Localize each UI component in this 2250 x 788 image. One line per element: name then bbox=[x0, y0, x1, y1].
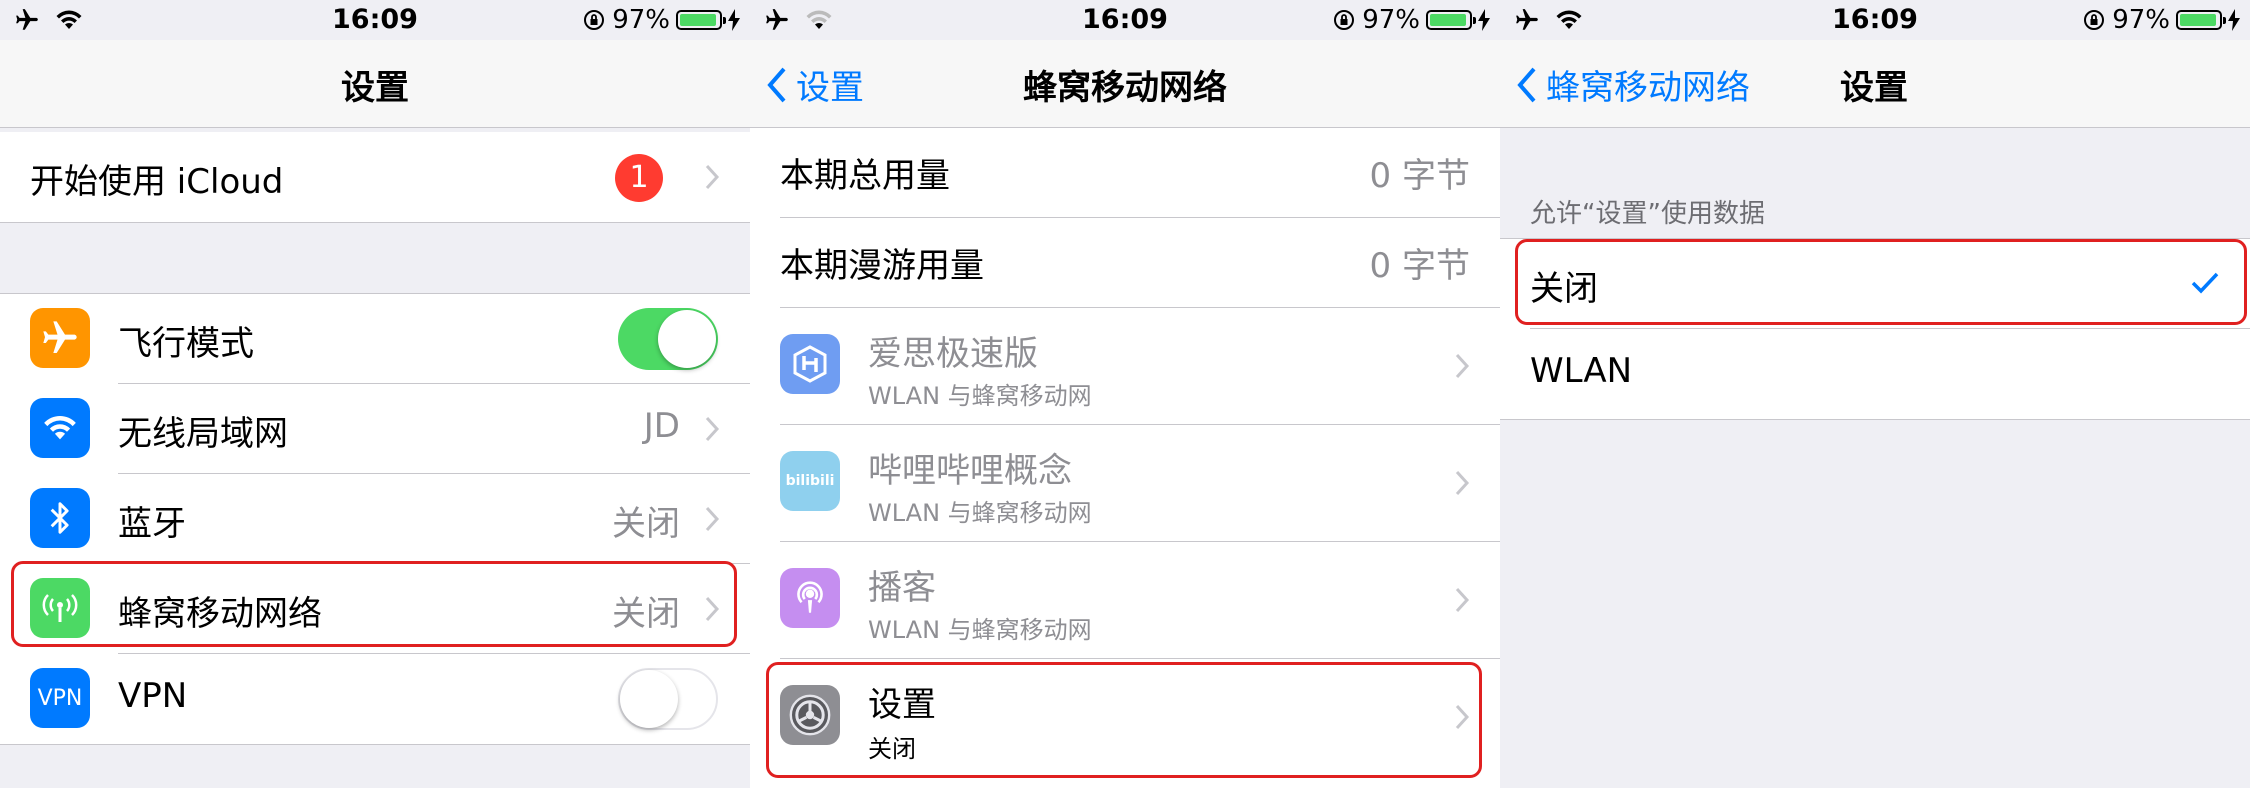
usage-value: 0 字节 bbox=[1369, 156, 1470, 196]
bluetooth-label: 蓝牙 bbox=[118, 504, 186, 544]
airplane-mode-row: 飞行模式 bbox=[0, 294, 750, 384]
icloud-label: 开始使用 iCloud bbox=[30, 162, 284, 202]
podcasts-app-icon bbox=[780, 568, 840, 628]
wifi-row[interactable]: 无线局域网 JD bbox=[0, 384, 750, 474]
charging-bolt-icon bbox=[2228, 9, 2240, 31]
usage-row-roaming: 本期漫游用量 0 字节 bbox=[750, 218, 1500, 308]
battery-percent: 97% bbox=[612, 5, 670, 35]
section-header: 允许“设置”使用数据 bbox=[1530, 199, 1765, 229]
page-title: 设置 bbox=[1840, 68, 1908, 108]
i4-app-icon bbox=[780, 334, 840, 394]
chevron-right-icon bbox=[1455, 587, 1470, 613]
option-wlan[interactable]: WLAN bbox=[1500, 329, 2250, 419]
bluetooth-value: 关闭 bbox=[612, 504, 680, 544]
chevron-right-icon bbox=[705, 416, 720, 442]
page-title: 蜂窝移动网络 bbox=[1023, 68, 1227, 108]
cellular-screen: 16:09 97% 设置 蜂窝移动网络 本期总用量 0 字节 本期漫游用量 0 … bbox=[750, 0, 1500, 788]
wifi-icon bbox=[30, 398, 90, 458]
icloud-group: 开始使用 iCloud 1 bbox=[0, 132, 750, 223]
wifi-value: JD bbox=[643, 406, 680, 446]
back-button[interactable]: 蜂窝移动网络 bbox=[1516, 60, 1750, 109]
bluetooth-row[interactable]: 蓝牙 关闭 bbox=[0, 474, 750, 564]
chevron-right-icon bbox=[1455, 470, 1470, 496]
orientation-lock-icon bbox=[584, 10, 605, 30]
app-row-bilibili[interactable]: bilibili 哔哩哔哩概念 WLAN 与蜂窝移动网 bbox=[750, 425, 1500, 542]
nav-bar: 设置 蜂窝移动网络 bbox=[750, 40, 1500, 128]
app-row-podcasts[interactable]: 播客 WLAN 与蜂窝移动网 bbox=[750, 542, 1500, 659]
app-name: 哔哩哔哩概念 bbox=[868, 451, 1072, 491]
usage-row-total: 本期总用量 0 字节 bbox=[750, 128, 1500, 218]
chevron-left-icon bbox=[1517, 67, 1536, 102]
highlight-frame bbox=[1515, 239, 2247, 325]
app-row-i4[interactable]: 爱思极速版 WLAN 与蜂窝移动网 bbox=[750, 308, 1500, 425]
bilibili-app-icon: bilibili bbox=[780, 451, 840, 511]
vpn-label: VPN bbox=[118, 676, 188, 716]
status-bar: 16:09 97% bbox=[0, 0, 750, 40]
chevron-right-icon bbox=[705, 506, 720, 532]
app-name: 播客 bbox=[868, 568, 936, 608]
vpn-row: VPN VPN bbox=[0, 654, 750, 744]
chevron-right-icon bbox=[1455, 353, 1470, 379]
airplane-mode-label: 飞行模式 bbox=[118, 324, 254, 364]
nav-bar: 设置 bbox=[0, 40, 750, 128]
icloud-row[interactable]: 开始使用 iCloud 1 bbox=[0, 132, 750, 222]
airplane-mode-toggle[interactable] bbox=[618, 308, 718, 370]
usage-label: 本期总用量 bbox=[780, 156, 950, 196]
orientation-lock-icon bbox=[1334, 10, 1355, 30]
battery-icon bbox=[1426, 10, 1476, 30]
page-title: 设置 bbox=[341, 68, 409, 108]
charging-bolt-icon bbox=[728, 9, 740, 31]
status-bar: 16:09 97% bbox=[750, 0, 1500, 40]
notification-badge: 1 bbox=[615, 154, 663, 202]
connectivity-group: 飞行模式 无线局域网 JD 蓝牙 关闭 蜂窝移动网络 关闭 VPN VPN bbox=[0, 293, 750, 745]
app-data-screen: 16:09 97% 蜂窝移动网络 设置 允许“设置”使用数据 关闭 WLAN bbox=[1500, 0, 2250, 788]
vpn-toggle[interactable] bbox=[618, 668, 718, 730]
charging-bolt-icon bbox=[1478, 9, 1490, 31]
bluetooth-icon bbox=[30, 488, 90, 548]
option-label: WLAN bbox=[1530, 351, 1633, 391]
battery-percent: 97% bbox=[1362, 5, 1420, 35]
app-subtitle: WLAN 与蜂窝移动网 bbox=[868, 616, 1092, 644]
wifi-label: 无线局域网 bbox=[118, 414, 288, 454]
usage-label: 本期漫游用量 bbox=[780, 246, 984, 286]
back-label: 蜂窝移动网络 bbox=[1546, 68, 1750, 108]
settings-screen: 16:09 97% 设置 开始使用 iCloud 1 飞行模式 无线局域网 JD… bbox=[0, 0, 750, 788]
nav-bar: 蜂窝移动网络 设置 bbox=[1500, 40, 2250, 128]
status-bar: 16:09 97% bbox=[1500, 0, 2250, 40]
battery-icon bbox=[676, 10, 726, 30]
highlight-frame bbox=[11, 561, 737, 647]
airplane-icon bbox=[30, 308, 90, 368]
app-name: 爱思极速版 bbox=[868, 334, 1038, 374]
orientation-lock-icon bbox=[2084, 10, 2105, 30]
usage-value: 0 字节 bbox=[1369, 246, 1470, 286]
battery-icon bbox=[2176, 10, 2226, 30]
vpn-icon: VPN bbox=[30, 668, 90, 728]
app-subtitle: WLAN 与蜂窝移动网 bbox=[868, 382, 1092, 410]
chevron-right-icon bbox=[705, 164, 720, 190]
app-subtitle: WLAN 与蜂窝移动网 bbox=[868, 499, 1092, 527]
battery-percent: 97% bbox=[2112, 5, 2170, 35]
highlight-frame bbox=[766, 662, 1482, 778]
